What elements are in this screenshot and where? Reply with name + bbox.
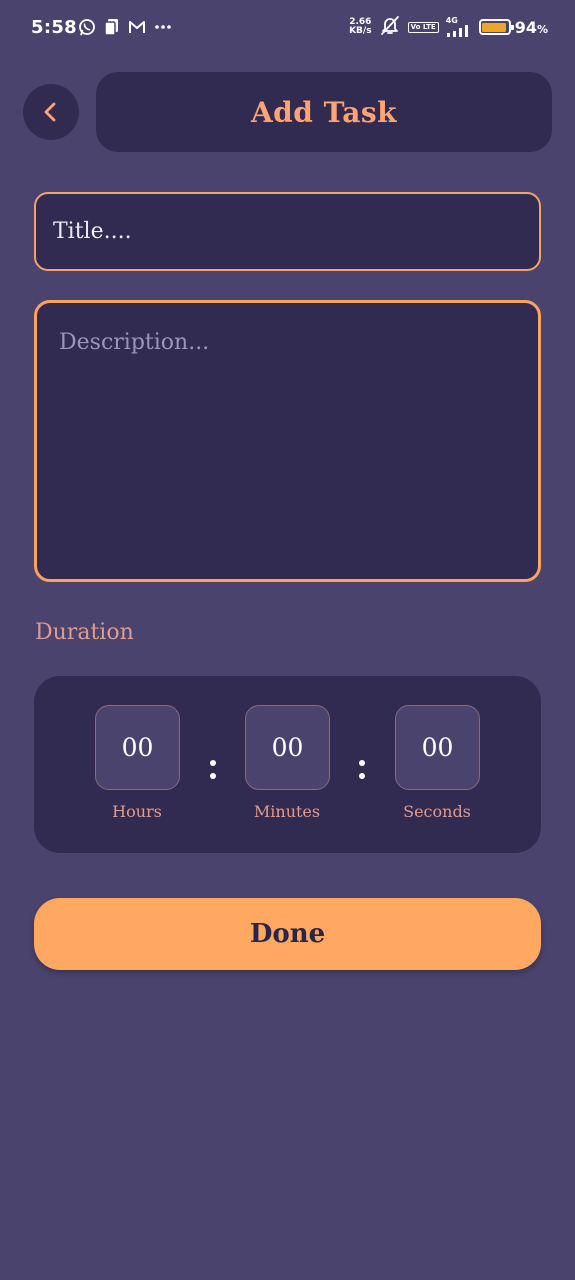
network-speed: 2.66 KB/s <box>349 18 371 36</box>
minutes-field[interactable]: 00 <box>245 705 330 790</box>
battery-percent: 94% <box>515 18 548 37</box>
hours-caption: Hours <box>112 802 162 821</box>
page-header: Add Task <box>96 72 552 152</box>
volte-badge: Vo LTE <box>407 21 439 33</box>
battery-percent-unit: % <box>536 22 548 36</box>
battery-tip <box>510 25 514 30</box>
done-button[interactable]: Done <box>34 898 541 970</box>
status-time: 5:58 <box>31 17 77 38</box>
chevron-left-icon <box>44 102 56 122</box>
system-icons: 2.66 KB/s Vo LTE 4G 94% <box>349 14 548 40</box>
duration-label: Duration <box>35 620 134 645</box>
colon-separator <box>359 760 365 780</box>
task-description-input[interactable] <box>34 300 541 582</box>
add-task-screen: 5:58 2.66 KB/s Vo LTE 4G 94% Add Task Ti… <box>0 0 575 1280</box>
battery-icon <box>478 19 514 35</box>
seconds-caption: Seconds <box>403 802 471 821</box>
network-speed-unit: KB/s <box>349 26 372 36</box>
page-title: Add Task <box>250 95 398 129</box>
gmail-icon <box>128 19 146 35</box>
sim-card-icon <box>104 18 120 36</box>
mute-alarm-icon <box>379 14 401 40</box>
status-bar: 5:58 2.66 KB/s Vo LTE 4G 94% <box>0 0 575 58</box>
battery-fill <box>482 22 506 32</box>
duration-picker: 00 Hours 00 Minutes 00 Seconds <box>34 676 541 853</box>
seconds-field[interactable]: 00 <box>395 705 480 790</box>
notification-icons <box>78 18 172 36</box>
whatsapp-icon <box>78 18 96 36</box>
signal-4g-icon: 4G <box>446 17 472 37</box>
back-button[interactable] <box>23 84 79 140</box>
hours-field[interactable]: 00 <box>95 705 180 790</box>
more-dots-icon <box>154 24 172 30</box>
minutes-caption: Minutes <box>253 802 321 821</box>
battery-percent-value: 94 <box>514 17 537 37</box>
battery-indicator: 94% <box>478 18 548 37</box>
network-type-label: 4G <box>445 16 458 25</box>
task-title-input[interactable] <box>34 192 541 271</box>
colon-separator <box>210 760 216 780</box>
